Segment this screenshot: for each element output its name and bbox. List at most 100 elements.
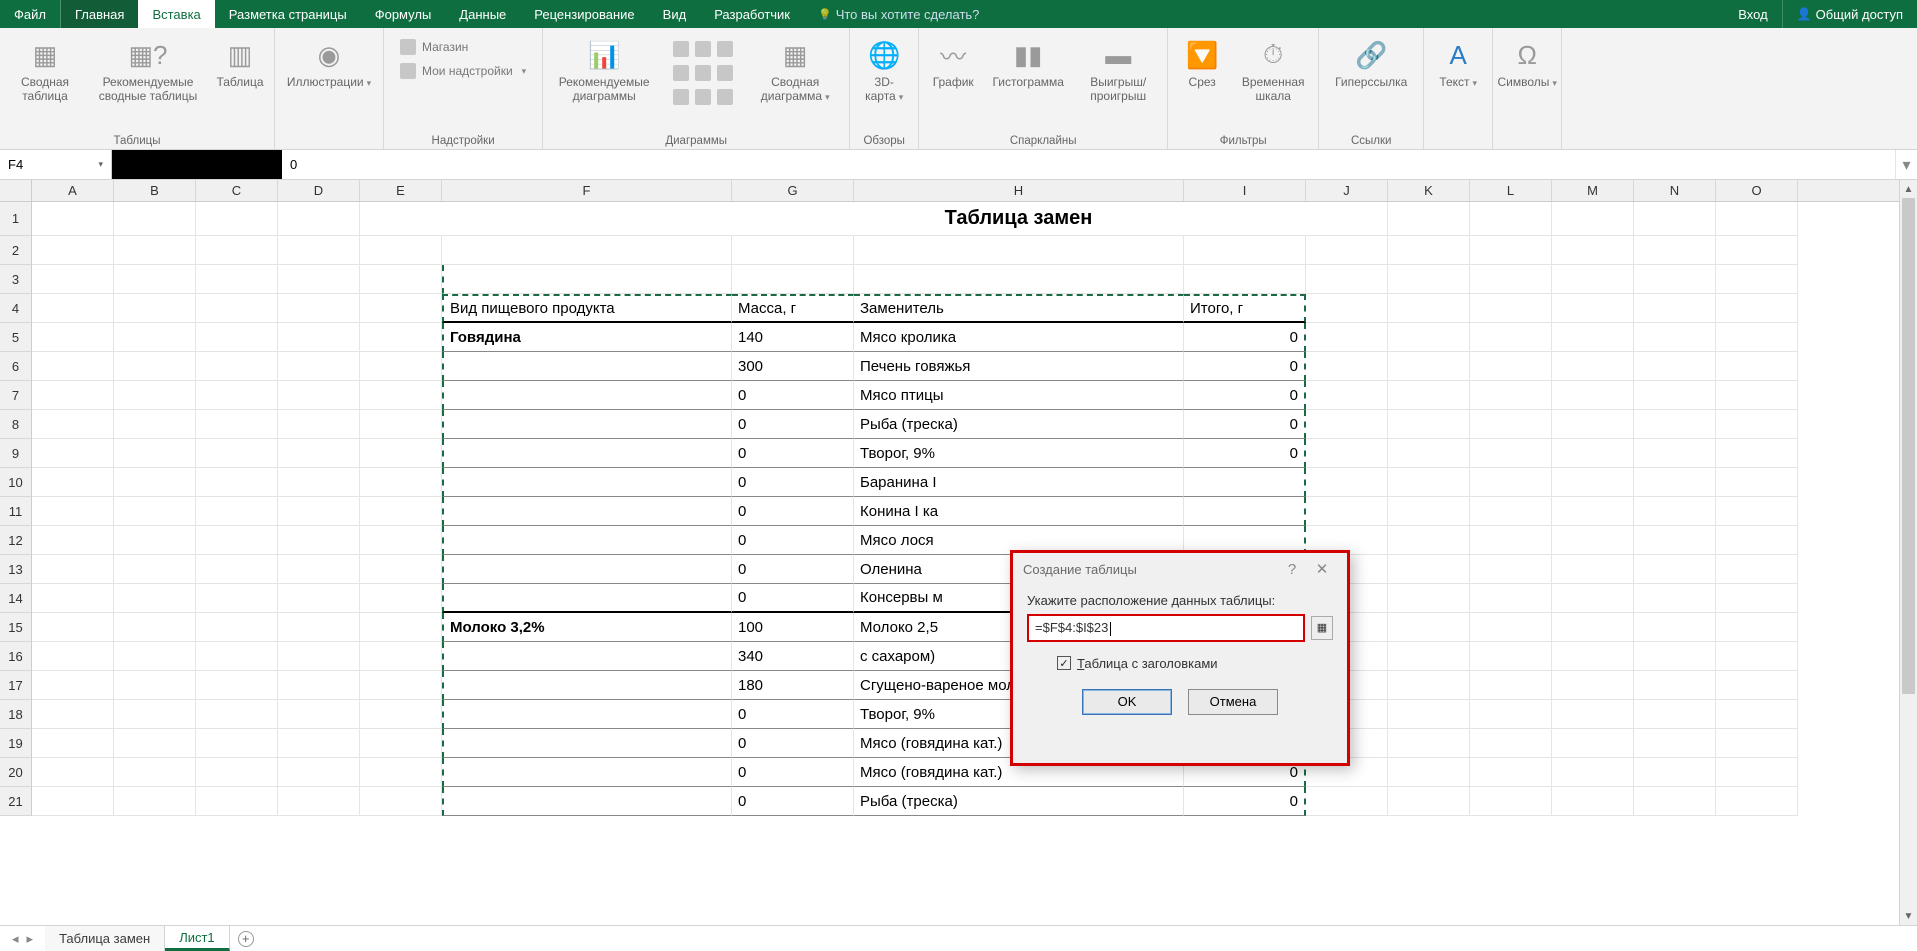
- tab-formulas[interactable]: Формулы: [361, 0, 446, 28]
- col-header-B[interactable]: B: [114, 180, 196, 201]
- cell-O13[interactable]: [1716, 555, 1798, 584]
- cell-C14[interactable]: [196, 584, 278, 613]
- cell-F3[interactable]: [442, 265, 732, 294]
- cell-K16[interactable]: [1388, 642, 1470, 671]
- tab-home[interactable]: Главная: [61, 0, 138, 28]
- cell-E9[interactable]: [360, 439, 442, 468]
- cell-K14[interactable]: [1388, 584, 1470, 613]
- cell-M8[interactable]: [1552, 410, 1634, 439]
- cell-B13[interactable]: [114, 555, 196, 584]
- cell-L4[interactable]: [1470, 294, 1552, 323]
- cell-I9[interactable]: 0: [1184, 439, 1306, 468]
- cell-M4[interactable]: [1552, 294, 1634, 323]
- recommended-pivot-button[interactable]: ▦?Рекомендуемые сводные таблицы: [88, 32, 208, 105]
- cell-F17[interactable]: [442, 671, 732, 700]
- store-button[interactable]: Магазин: [394, 36, 532, 58]
- cell-G4[interactable]: Масса, г: [732, 294, 854, 323]
- cell-L9[interactable]: [1470, 439, 1552, 468]
- row-header-12[interactable]: 12: [0, 526, 32, 555]
- tab-data[interactable]: Данные: [445, 0, 520, 28]
- cell-L14[interactable]: [1470, 584, 1552, 613]
- cell-M15[interactable]: [1552, 613, 1634, 642]
- cell-B20[interactable]: [114, 758, 196, 787]
- cell-F4[interactable]: Вид пищевого продукта: [442, 294, 732, 323]
- cell-K13[interactable]: [1388, 555, 1470, 584]
- cell-K20[interactable]: [1388, 758, 1470, 787]
- cell-B4[interactable]: [114, 294, 196, 323]
- row-header-8[interactable]: 8: [0, 410, 32, 439]
- cell-B19[interactable]: [114, 729, 196, 758]
- pivotchart-button[interactable]: ▦Сводная диаграмма: [747, 32, 843, 105]
- cell-F9[interactable]: [442, 439, 732, 468]
- col-header-H[interactable]: H: [854, 180, 1184, 201]
- cell-O18[interactable]: [1716, 700, 1798, 729]
- cell-O5[interactable]: [1716, 323, 1798, 352]
- cell-C10[interactable]: [196, 468, 278, 497]
- row-header-5[interactable]: 5: [0, 323, 32, 352]
- cell-D1[interactable]: [278, 202, 360, 236]
- row-header-20[interactable]: 20: [0, 758, 32, 787]
- col-header-F[interactable]: F: [442, 180, 732, 201]
- share-button[interactable]: Общий доступ: [1782, 0, 1917, 28]
- cell-O8[interactable]: [1716, 410, 1798, 439]
- cell-E20[interactable]: [360, 758, 442, 787]
- cell-K9[interactable]: [1388, 439, 1470, 468]
- cell-H1[interactable]: Таблица замен: [854, 202, 1184, 236]
- cell-F20[interactable]: [442, 758, 732, 787]
- cell-J2[interactable]: [1306, 236, 1388, 265]
- cell-M6[interactable]: [1552, 352, 1634, 381]
- cell-N17[interactable]: [1634, 671, 1716, 700]
- cell-G15[interactable]: 100: [732, 613, 854, 642]
- row-header-14[interactable]: 14: [0, 584, 32, 613]
- cell-F5[interactable]: Говядина: [442, 323, 732, 352]
- sheet-nav[interactable]: ◂▸: [0, 926, 45, 951]
- cell-L15[interactable]: [1470, 613, 1552, 642]
- myaddins-button[interactable]: Мои надстройки: [394, 60, 532, 82]
- cell-H9[interactable]: Творог, 9%: [854, 439, 1184, 468]
- cell-O19[interactable]: [1716, 729, 1798, 758]
- cell-F14[interactable]: [442, 584, 732, 613]
- col-header-L[interactable]: L: [1470, 180, 1552, 201]
- cell-L5[interactable]: [1470, 323, 1552, 352]
- cell-C20[interactable]: [196, 758, 278, 787]
- cell-J6[interactable]: [1306, 352, 1388, 381]
- cell-G19[interactable]: 0: [732, 729, 854, 758]
- col-header-K[interactable]: K: [1388, 180, 1470, 201]
- cell-E16[interactable]: [360, 642, 442, 671]
- cell-O2[interactable]: [1716, 236, 1798, 265]
- cell-E4[interactable]: [360, 294, 442, 323]
- cell-K7[interactable]: [1388, 381, 1470, 410]
- cell-O21[interactable]: [1716, 787, 1798, 816]
- cell-L3[interactable]: [1470, 265, 1552, 294]
- cell-D11[interactable]: [278, 497, 360, 526]
- cell-J1[interactable]: [1306, 202, 1388, 236]
- cell-E15[interactable]: [360, 613, 442, 642]
- column-headers[interactable]: ABCDEFGHIJKLMNO: [32, 180, 1899, 202]
- cell-E3[interactable]: [360, 265, 442, 294]
- cell-A12[interactable]: [32, 526, 114, 555]
- cell-B9[interactable]: [114, 439, 196, 468]
- cell-A2[interactable]: [32, 236, 114, 265]
- cell-D17[interactable]: [278, 671, 360, 700]
- cell-K5[interactable]: [1388, 323, 1470, 352]
- cell-K8[interactable]: [1388, 410, 1470, 439]
- tab-review[interactable]: Рецензирование: [520, 0, 648, 28]
- cell-N9[interactable]: [1634, 439, 1716, 468]
- cell-G8[interactable]: 0: [732, 410, 854, 439]
- cell-E19[interactable]: [360, 729, 442, 758]
- cell-A11[interactable]: [32, 497, 114, 526]
- cell-A14[interactable]: [32, 584, 114, 613]
- cell-D3[interactable]: [278, 265, 360, 294]
- cell-M7[interactable]: [1552, 381, 1634, 410]
- cell-A16[interactable]: [32, 642, 114, 671]
- cell-F11[interactable]: [442, 497, 732, 526]
- cell-K4[interactable]: [1388, 294, 1470, 323]
- cell-O1[interactable]: [1716, 202, 1798, 236]
- cell-A10[interactable]: [32, 468, 114, 497]
- col-header-J[interactable]: J: [1306, 180, 1388, 201]
- cell-B2[interactable]: [114, 236, 196, 265]
- cell-M12[interactable]: [1552, 526, 1634, 555]
- cell-E2[interactable]: [360, 236, 442, 265]
- cell-L19[interactable]: [1470, 729, 1552, 758]
- cell-L7[interactable]: [1470, 381, 1552, 410]
